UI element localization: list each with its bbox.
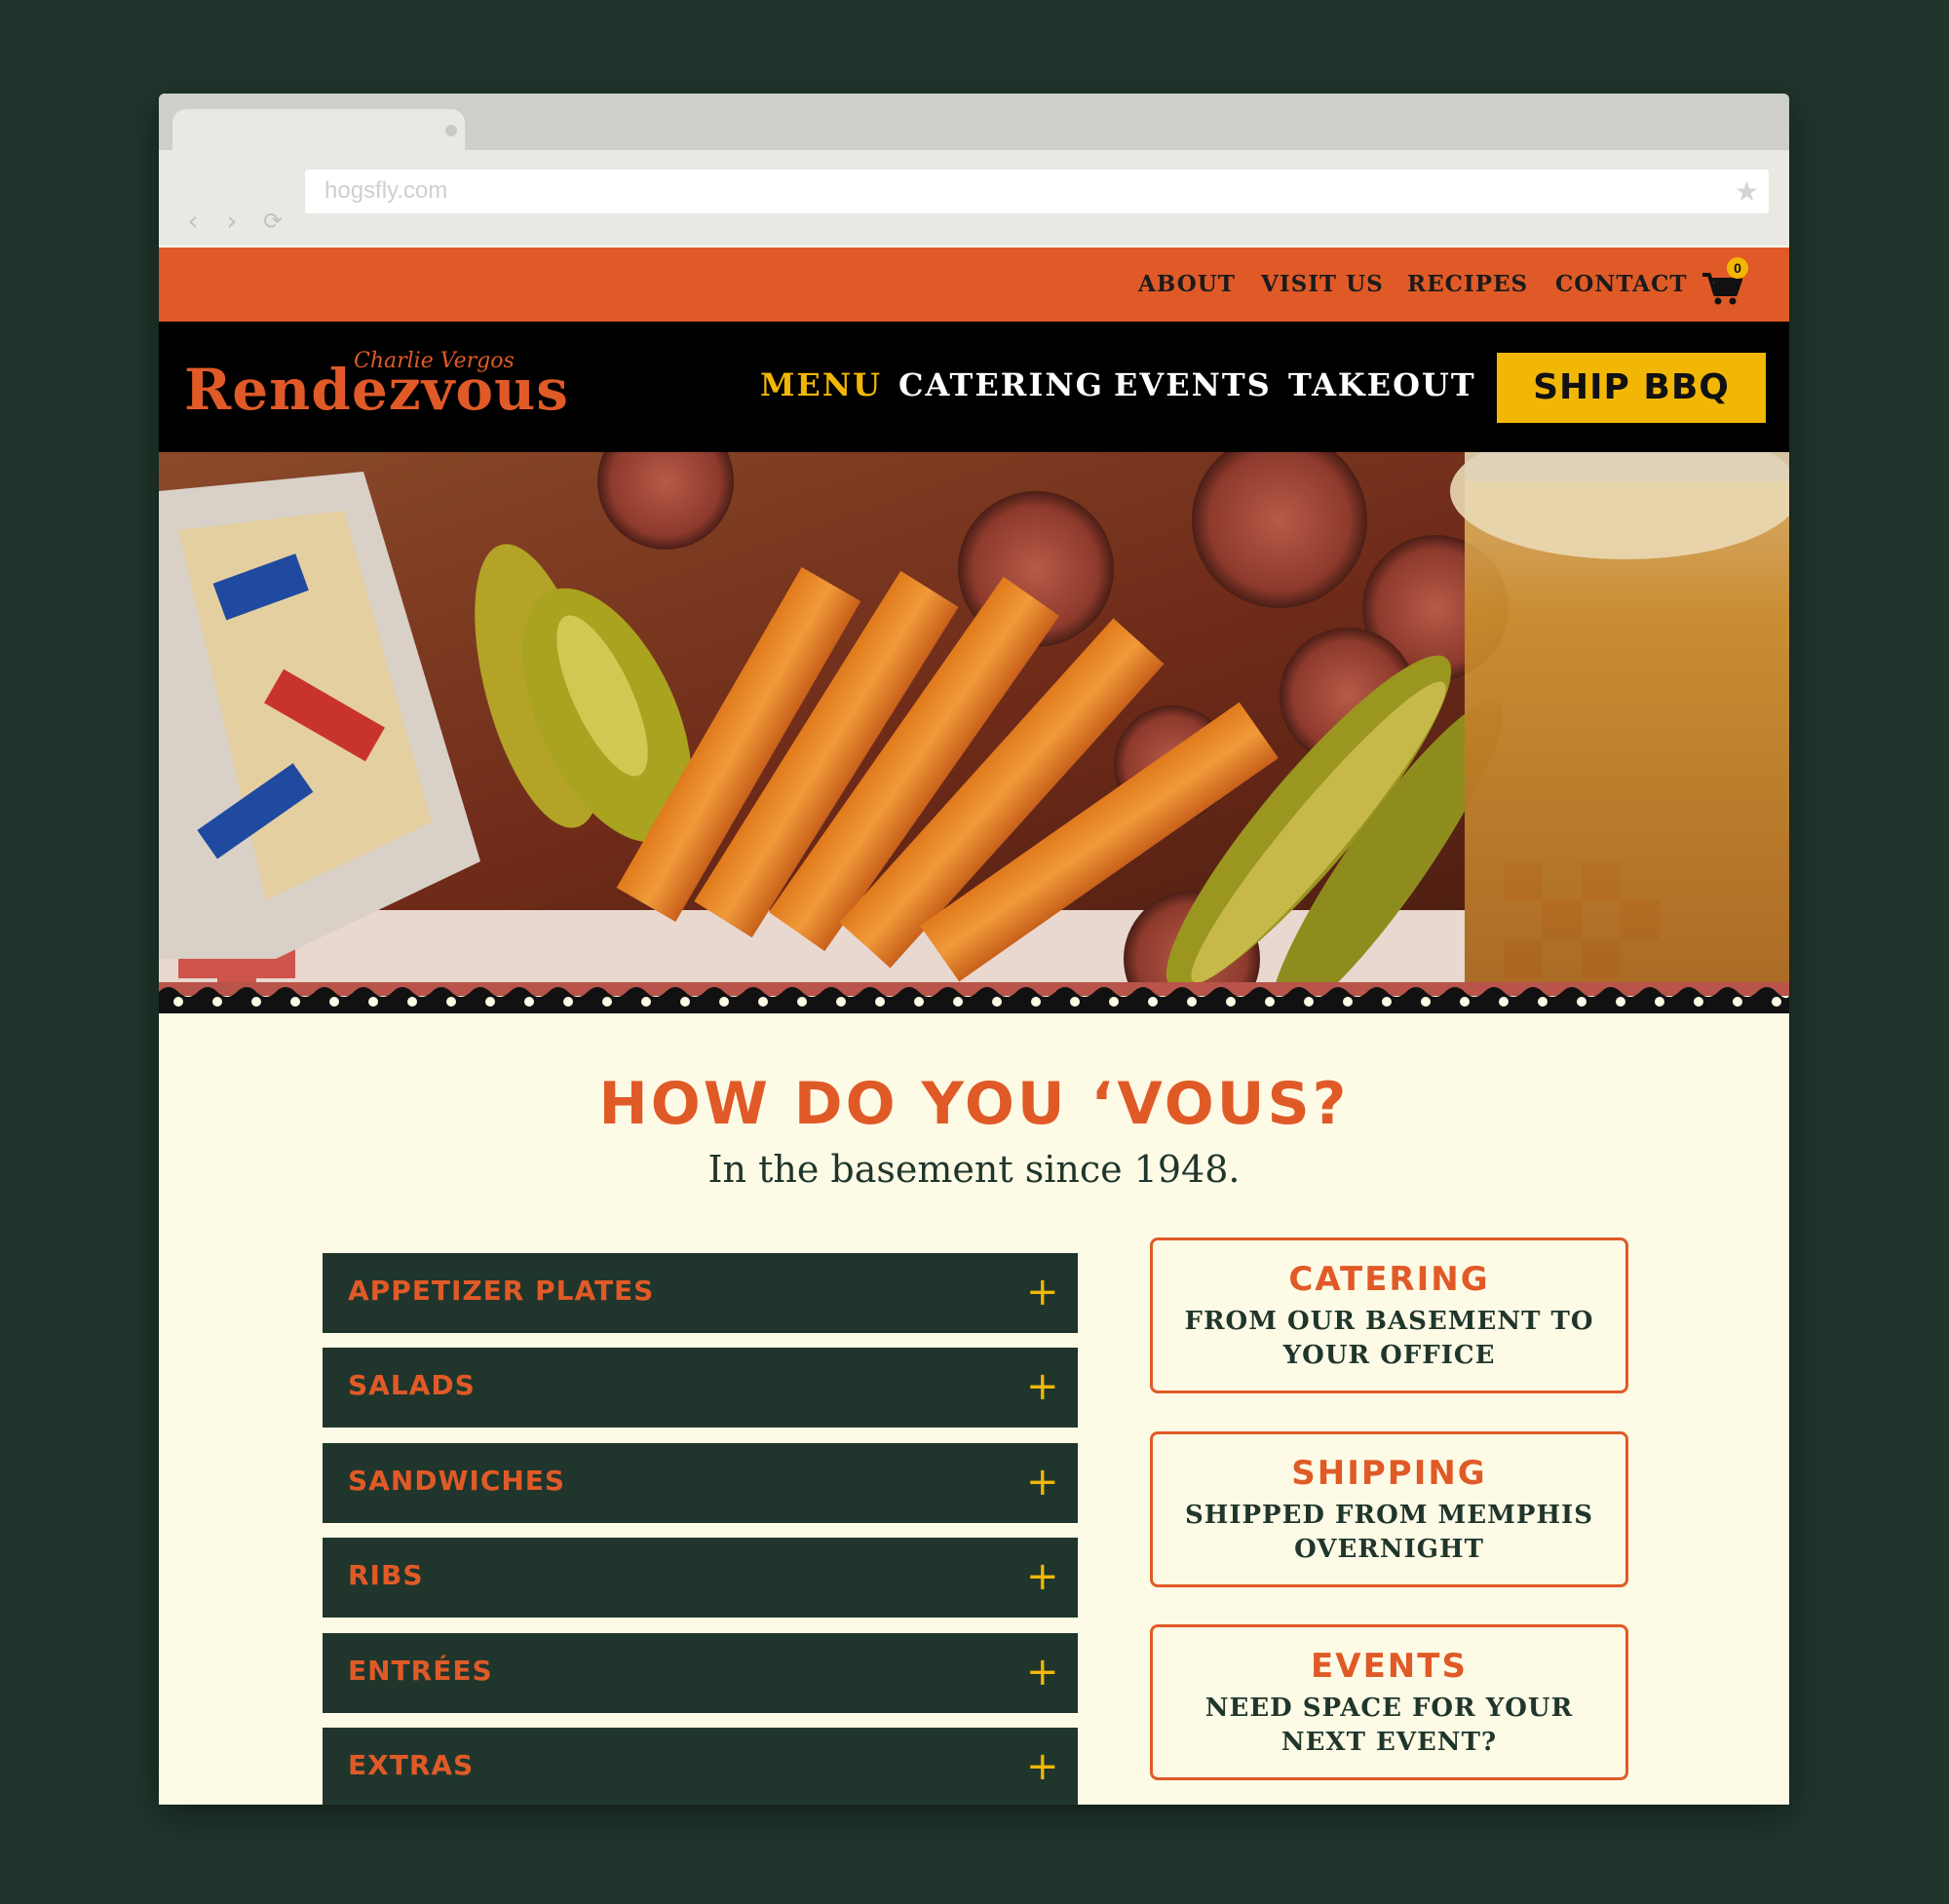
accordion-label: EXTRAS xyxy=(348,1749,475,1781)
accordion-ribs[interactable]: RIBS + xyxy=(323,1538,1078,1618)
accordion-entrees[interactable]: ENTRÉES + xyxy=(323,1633,1078,1713)
browser-window: ‹ › ⟳ hogsfly.com ★ ABOUT VISIT US RECIP… xyxy=(159,94,1789,1805)
utility-link-contact[interactable]: CONTACT xyxy=(1555,271,1688,297)
accordion-extras[interactable]: EXTRAS + xyxy=(323,1728,1078,1805)
bookmark-star-icon[interactable]: ★ xyxy=(1735,175,1759,208)
page-subheadline: In the basement since 1948. xyxy=(707,1148,1241,1191)
accordion-label: APPETIZER PLATES xyxy=(348,1275,655,1307)
promo-card-title: CATERING xyxy=(1288,1260,1490,1299)
logo-name-text: Rendezvous xyxy=(184,357,569,423)
promo-card-title: SHIPPING xyxy=(1291,1454,1487,1493)
promo-card-text: SHIPPED FROM MEMPHIS OVERNIGHT xyxy=(1184,1501,1593,1564)
main-nav: Charlie Vergos Rendezvous MENU CATERING … xyxy=(159,322,1789,452)
nav-menu[interactable]: MENU xyxy=(760,366,882,403)
utility-link-visit-us[interactable]: VISIT US xyxy=(1261,271,1384,297)
plus-icon[interactable]: + xyxy=(1026,1367,1059,1406)
promo-card-text: FROM OUR BASEMENT TO YOUR OFFICE xyxy=(1184,1307,1594,1370)
plus-icon[interactable]: + xyxy=(1026,1273,1059,1312)
utility-nav: ABOUT VISIT US RECIPES CONTACT 0 xyxy=(159,248,1789,322)
forward-icon[interactable]: › xyxy=(219,208,245,235)
nav-catering[interactable]: CATERING xyxy=(898,366,1104,403)
promo-card-shipping[interactable]: SHIPPING SHIPPED FROM MEMPHIS OVERNIGHT xyxy=(1150,1431,1628,1587)
back-icon[interactable]: ‹ xyxy=(180,208,206,235)
utility-link-recipes[interactable]: RECIPES xyxy=(1407,271,1528,297)
nav-events[interactable]: EVENTS xyxy=(1114,366,1272,403)
accordion-label: ENTRÉES xyxy=(348,1655,493,1687)
cart-count-badge: 0 xyxy=(1727,257,1748,279)
utility-link-about[interactable]: ABOUT xyxy=(1138,271,1236,297)
browser-tab[interactable] xyxy=(172,109,465,154)
accordion-sandwiches[interactable]: SANDWICHES + xyxy=(323,1443,1078,1523)
url-text: hogsfly.com xyxy=(325,177,448,204)
ship-bbq-button[interactable]: SHIP BBQ xyxy=(1497,353,1766,423)
accordion-label: SALADS xyxy=(348,1369,476,1401)
tab-indicator-icon xyxy=(445,125,457,136)
ornate-border-divider xyxy=(159,982,1789,1021)
page-headline: HOW DO YOU ‘VOUS? xyxy=(598,1070,1350,1138)
plus-icon[interactable]: + xyxy=(1026,1653,1059,1692)
promo-card-text: NEED SPACE FOR YOUR NEXT EVENT? xyxy=(1204,1694,1574,1757)
accordion-label: RIBS xyxy=(348,1559,424,1591)
accordion-appetizer-plates[interactable]: APPETIZER PLATES + xyxy=(323,1253,1078,1333)
hero-food-image xyxy=(159,452,1789,998)
plus-icon[interactable]: + xyxy=(1026,1557,1059,1596)
plus-icon[interactable]: + xyxy=(1026,1747,1059,1786)
accordion-label: SANDWICHES xyxy=(348,1465,566,1497)
nav-takeout[interactable]: TAKEOUT xyxy=(1288,366,1476,403)
plus-icon[interactable]: + xyxy=(1026,1463,1059,1502)
promo-card-catering[interactable]: CATERING FROM OUR BASEMENT TO YOUR OFFIC… xyxy=(1150,1238,1628,1393)
reload-icon[interactable]: ⟳ xyxy=(260,209,286,234)
accordion-salads[interactable]: SALADS + xyxy=(323,1348,1078,1428)
promo-card-title: EVENTS xyxy=(1311,1647,1468,1686)
promo-card-events[interactable]: EVENTS NEED SPACE FOR YOUR NEXT EVENT? xyxy=(1150,1624,1628,1780)
browser-tab-strip xyxy=(159,94,1789,154)
address-bar[interactable]: hogsfly.com ★ xyxy=(305,170,1769,213)
